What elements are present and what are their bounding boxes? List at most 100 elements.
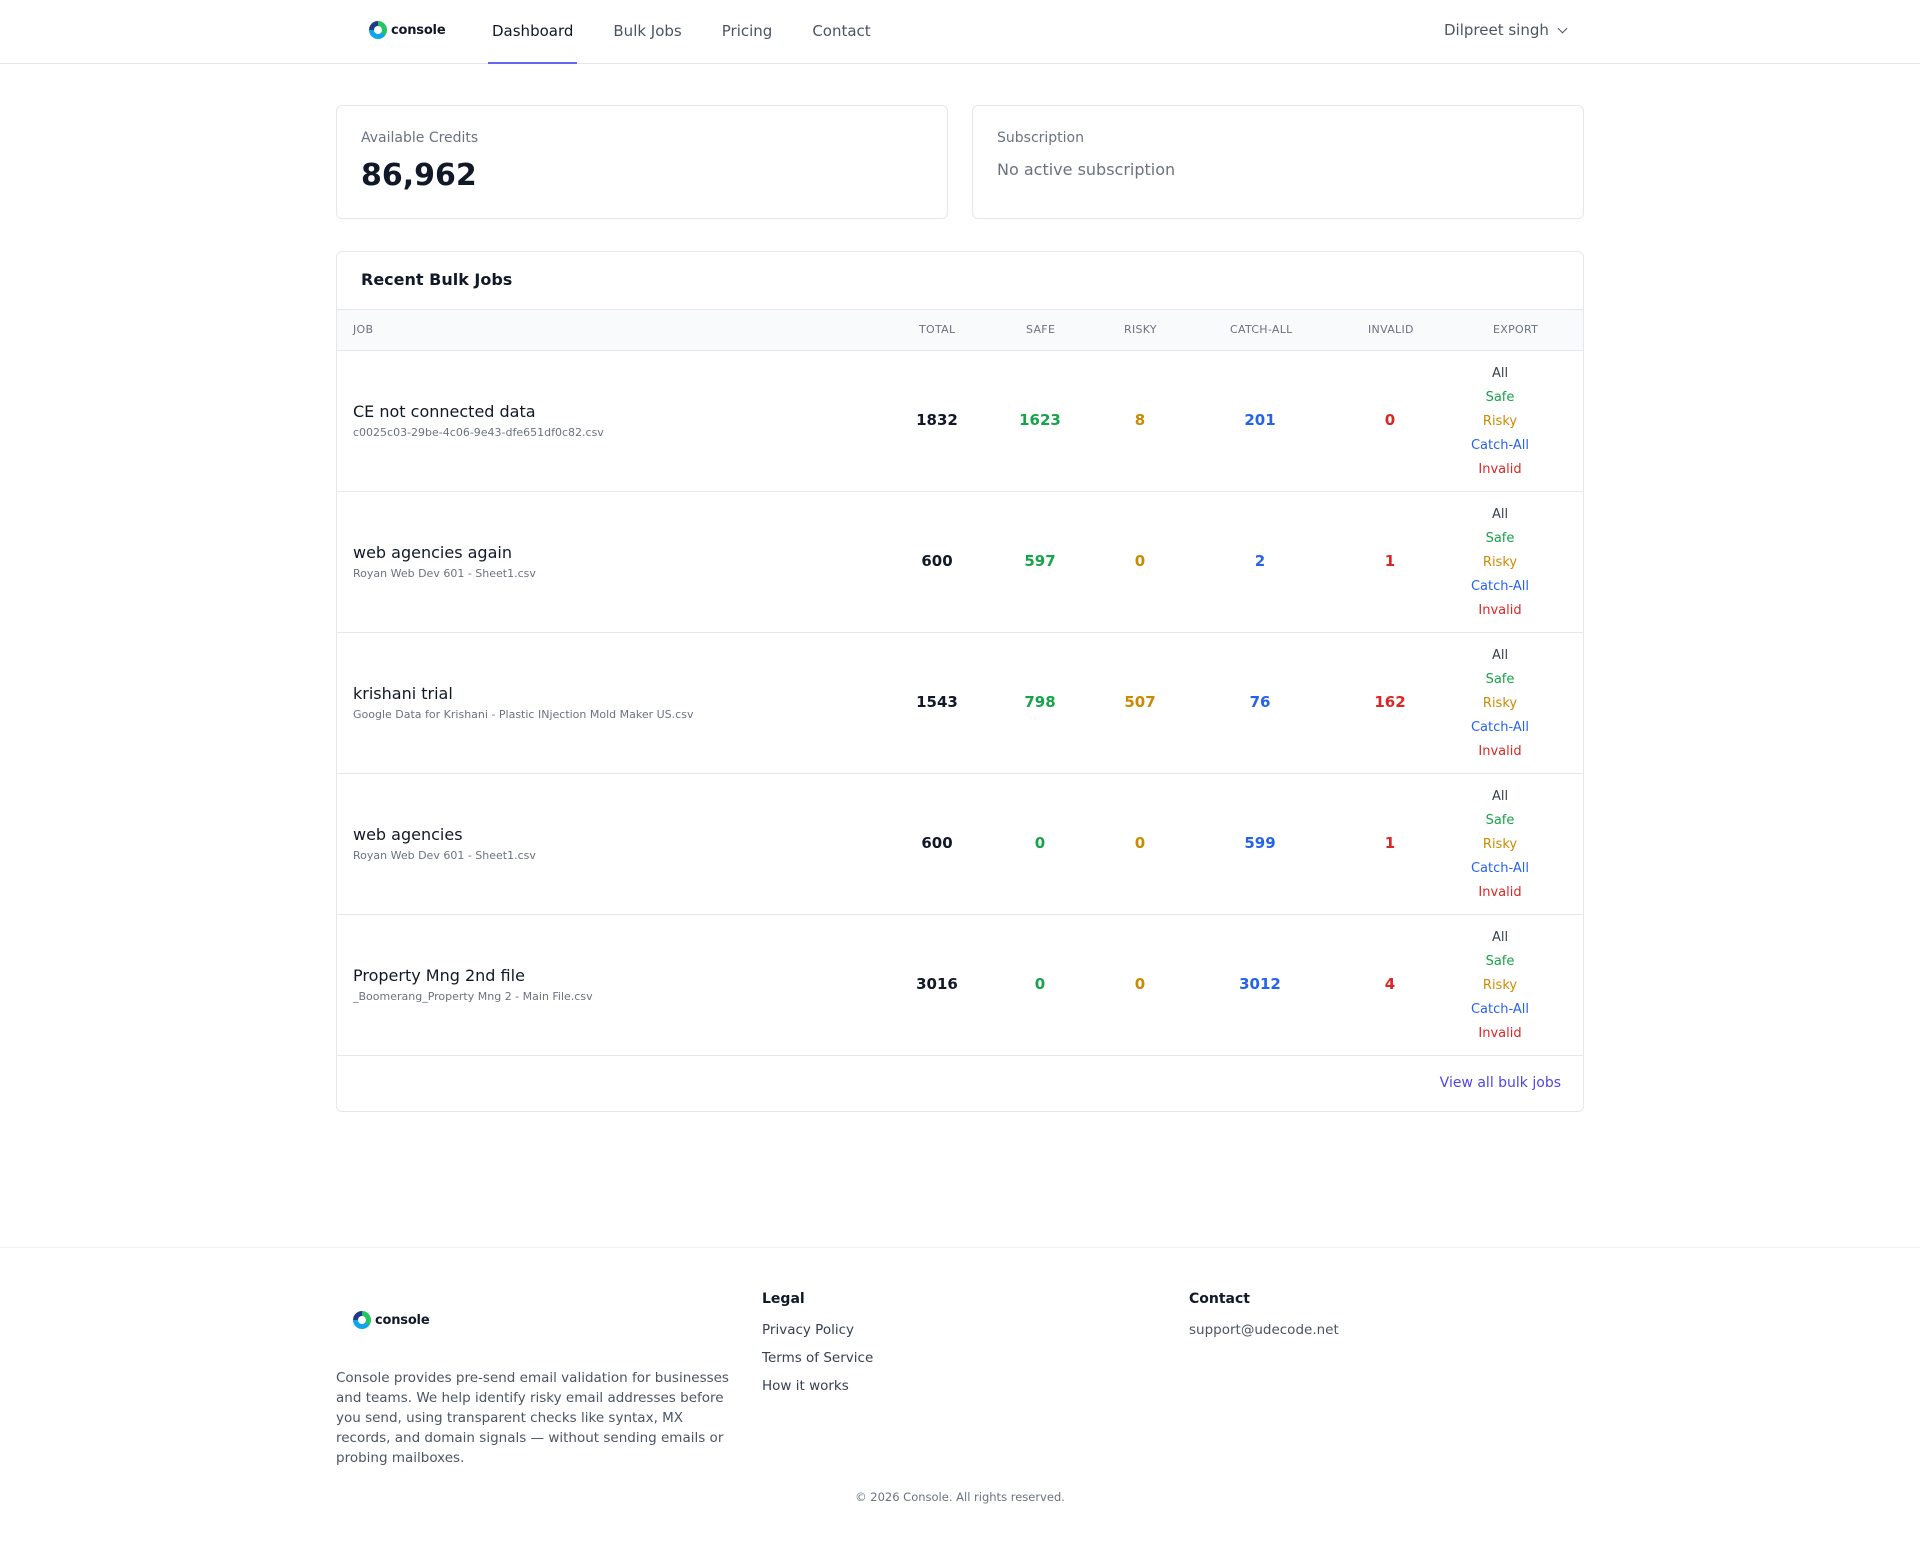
export-catch-all-link[interactable]: Catch-All bbox=[1425, 434, 1575, 458]
job-name[interactable]: web agencies bbox=[353, 825, 463, 844]
top-navbar: console Dashboard Bulk Jobs Pricing Cont… bbox=[0, 0, 1920, 64]
job-name[interactable]: web agencies again bbox=[353, 543, 512, 562]
export-all-link[interactable]: All bbox=[1425, 926, 1575, 950]
user-name: Dilpreet singh bbox=[1444, 21, 1549, 39]
export-catch-all-link[interactable]: Catch-All bbox=[1425, 575, 1575, 599]
export-safe-link[interactable]: Safe bbox=[1425, 386, 1575, 410]
user-menu[interactable]: Dilpreet singh bbox=[1444, 21, 1568, 39]
export-links: All Safe Risky Catch-All Invalid bbox=[1425, 926, 1575, 1046]
export-all-link[interactable]: All bbox=[1425, 362, 1575, 386]
export-all-link[interactable]: All bbox=[1425, 785, 1575, 809]
export-links: All Safe Risky Catch-All Invalid bbox=[1425, 785, 1575, 905]
subscription-value: No active subscription bbox=[997, 160, 1176, 179]
job-safe: 1623 bbox=[1019, 411, 1061, 429]
jobs-table-header: JOB TOTAL SAFE RISKY CATCH-ALL INVALID E… bbox=[337, 309, 1583, 351]
col-risky: RISKY bbox=[1124, 323, 1157, 336]
export-catch-all-link[interactable]: Catch-All bbox=[1425, 716, 1575, 740]
col-safe: SAFE bbox=[1026, 323, 1056, 336]
export-invalid-link[interactable]: Invalid bbox=[1425, 740, 1575, 764]
export-safe-link[interactable]: Safe bbox=[1425, 668, 1575, 692]
export-risky-link[interactable]: Risky bbox=[1425, 974, 1575, 998]
recent-bulk-jobs-panel: Recent Bulk Jobs JOB TOTAL SAFE RISKY CA… bbox=[336, 251, 1584, 1112]
main-nav: Dashboard Bulk Jobs Pricing Contact bbox=[488, 0, 907, 64]
footer-description: Console provides pre-send email validati… bbox=[336, 1370, 729, 1466]
job-risky: 8 bbox=[1134, 411, 1146, 429]
copyright-text: © 2026 Console. All rights reserved. bbox=[855, 1490, 1065, 1504]
job-safe: 597 bbox=[1024, 552, 1056, 570]
support-email-link[interactable]: support@udecode.net bbox=[1189, 1322, 1339, 1338]
job-catch-all: 76 bbox=[1249, 693, 1271, 711]
export-risky-link[interactable]: Risky bbox=[1425, 410, 1575, 434]
job-total: 600 bbox=[921, 552, 953, 570]
export-risky-link[interactable]: Risky bbox=[1425, 551, 1575, 575]
page-footer: console Console provides pre-send email … bbox=[0, 1247, 1920, 1545]
export-invalid-link[interactable]: Invalid bbox=[1425, 458, 1575, 482]
logo-text: console bbox=[391, 22, 446, 38]
job-name[interactable]: krishani trial bbox=[353, 684, 453, 703]
export-safe-link[interactable]: Safe bbox=[1425, 527, 1575, 551]
privacy-policy-link[interactable]: Privacy Policy bbox=[762, 1322, 854, 1338]
job-file: _Boomerang_Property Mng 2 - Main File.cs… bbox=[353, 990, 593, 1003]
export-risky-link[interactable]: Risky bbox=[1425, 833, 1575, 857]
nav-bulk-jobs[interactable]: Bulk Jobs bbox=[609, 0, 685, 64]
logo-icon bbox=[369, 21, 387, 39]
job-catch-all: 3012 bbox=[1239, 975, 1281, 993]
job-risky: 0 bbox=[1134, 975, 1146, 993]
job-file: Royan Web Dev 601 - Sheet1.csv bbox=[353, 567, 536, 580]
logo-icon bbox=[353, 1311, 371, 1329]
recent-jobs-title: Recent Bulk Jobs bbox=[361, 270, 513, 289]
export-links: All Safe Risky Catch-All Invalid bbox=[1425, 644, 1575, 764]
footer-contact-title: Contact bbox=[1189, 1291, 1250, 1307]
footer-logo[interactable]: console bbox=[353, 1311, 430, 1329]
job-name[interactable]: Property Mng 2nd file bbox=[353, 966, 525, 985]
export-all-link[interactable]: All bbox=[1425, 503, 1575, 527]
job-name[interactable]: CE not connected data bbox=[353, 402, 536, 421]
job-catch-all: 2 bbox=[1254, 552, 1266, 570]
jobs-panel-footer: View all bulk jobs bbox=[337, 1055, 1583, 1111]
job-catch-all: 599 bbox=[1244, 834, 1276, 852]
how-it-works-link[interactable]: How it works bbox=[762, 1378, 849, 1394]
export-safe-link[interactable]: Safe bbox=[1425, 809, 1575, 833]
job-safe: 0 bbox=[1034, 834, 1046, 852]
job-safe: 0 bbox=[1034, 975, 1046, 993]
logo-text: console bbox=[375, 1312, 430, 1328]
job-risky: 0 bbox=[1134, 552, 1146, 570]
export-invalid-link[interactable]: Invalid bbox=[1425, 599, 1575, 623]
export-links: All Safe Risky Catch-All Invalid bbox=[1425, 362, 1575, 482]
table-row: Property Mng 2nd file _Boomerang_Propert… bbox=[337, 915, 1583, 1056]
col-catch-all: CATCH-ALL bbox=[1230, 323, 1293, 336]
view-all-bulk-jobs-link[interactable]: View all bulk jobs bbox=[1440, 1075, 1561, 1091]
job-risky: 507 bbox=[1124, 693, 1156, 711]
export-links: All Safe Risky Catch-All Invalid bbox=[1425, 503, 1575, 623]
col-job: JOB bbox=[353, 323, 374, 336]
nav-dashboard[interactable]: Dashboard bbox=[488, 0, 578, 64]
job-file: c0025c03-29be-4c06-9e43-dfe651df0c82.csv bbox=[353, 426, 604, 439]
job-total: 600 bbox=[921, 834, 953, 852]
credits-label: Available Credits bbox=[361, 130, 479, 146]
export-safe-link[interactable]: Safe bbox=[1425, 950, 1575, 974]
job-total: 3016 bbox=[916, 975, 958, 993]
credits-card: Available Credits 86,962 bbox=[336, 105, 948, 219]
table-row: krishani trial Google Data for Krishani … bbox=[337, 633, 1583, 774]
table-row: web agencies Royan Web Dev 601 - Sheet1.… bbox=[337, 774, 1583, 915]
nav-pricing[interactable]: Pricing bbox=[718, 0, 777, 64]
terms-of-service-link[interactable]: Terms of Service bbox=[762, 1350, 873, 1366]
export-catch-all-link[interactable]: Catch-All bbox=[1425, 998, 1575, 1022]
table-row: web agencies again Royan Web Dev 601 - S… bbox=[337, 492, 1583, 633]
export-invalid-link[interactable]: Invalid bbox=[1425, 1022, 1575, 1046]
col-total: TOTAL bbox=[919, 323, 956, 336]
export-invalid-link[interactable]: Invalid bbox=[1425, 881, 1575, 905]
table-row: CE not connected data c0025c03-29be-4c06… bbox=[337, 351, 1583, 492]
credits-value: 86,962 bbox=[361, 158, 477, 193]
job-catch-all: 201 bbox=[1244, 411, 1276, 429]
header-logo[interactable]: console bbox=[369, 21, 446, 39]
chevron-down-icon bbox=[1557, 23, 1568, 33]
export-catch-all-link[interactable]: Catch-All bbox=[1425, 857, 1575, 881]
col-export: EXPORT bbox=[1493, 323, 1539, 336]
export-risky-link[interactable]: Risky bbox=[1425, 692, 1575, 716]
col-invalid: INVALID bbox=[1368, 323, 1414, 336]
subscription-card: Subscription No active subscription bbox=[972, 105, 1584, 219]
export-all-link[interactable]: All bbox=[1425, 644, 1575, 668]
nav-contact[interactable]: Contact bbox=[808, 0, 874, 64]
job-safe: 798 bbox=[1024, 693, 1056, 711]
